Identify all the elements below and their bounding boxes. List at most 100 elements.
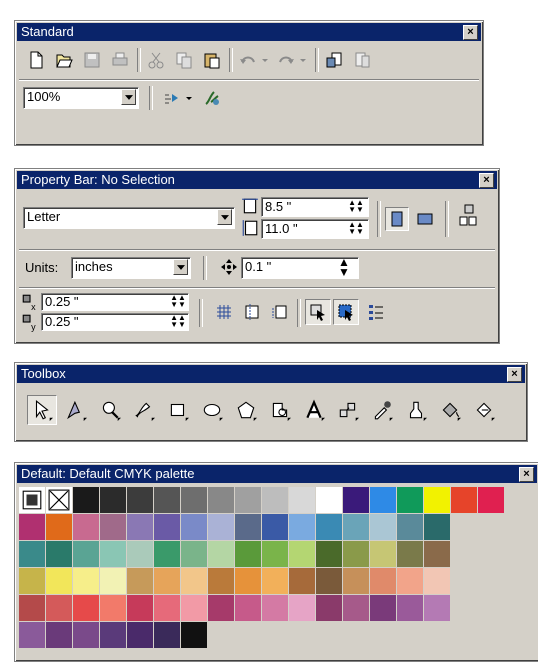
application-launcher-icon[interactable]	[161, 87, 183, 109]
freehand-tool-button[interactable]	[129, 395, 159, 425]
color-swatch[interactable]	[46, 541, 72, 567]
paper-width-spinner[interactable]: ▲▲ ▼▼	[345, 199, 367, 215]
duplicate-x-spinner[interactable]: ▲▲ ▼▼	[167, 294, 189, 310]
color-swatch[interactable]	[370, 487, 396, 513]
zoom-tool-button[interactable]	[95, 395, 125, 425]
color-swatch[interactable]	[154, 622, 180, 648]
undo-dropdown-arrow-icon[interactable]	[259, 49, 271, 71]
color-swatch[interactable]	[289, 595, 315, 621]
color-swatch[interactable]	[262, 514, 288, 540]
color-swatch[interactable]	[343, 541, 369, 567]
color-docker-icon[interactable]	[19, 487, 45, 513]
portrait-button[interactable]	[385, 207, 409, 231]
color-swatch[interactable]	[343, 568, 369, 594]
color-swatch[interactable]	[424, 487, 450, 513]
color-swatch[interactable]	[316, 568, 342, 594]
color-swatch[interactable]	[154, 514, 180, 540]
color-swatch[interactable]	[208, 595, 234, 621]
paste-icon[interactable]	[201, 49, 223, 71]
text-tool-button[interactable]	[299, 395, 329, 425]
color-swatch[interactable]	[370, 541, 396, 567]
color-swatch[interactable]	[316, 514, 342, 540]
color-swatch[interactable]	[19, 622, 45, 648]
color-swatch[interactable]	[289, 541, 315, 567]
color-swatch[interactable]	[46, 568, 72, 594]
treat-as-filled-button[interactable]	[305, 299, 331, 325]
paper-size-dropdown-button[interactable]	[217, 209, 232, 225]
zoom-dropdown-button[interactable]	[121, 89, 136, 105]
color-swatch[interactable]	[208, 541, 234, 567]
redo-icon[interactable]	[275, 49, 297, 71]
color-swatch[interactable]	[181, 595, 207, 621]
eyedropper-tool-button[interactable]	[367, 395, 397, 425]
redo-dropdown-arrow-icon[interactable]	[297, 49, 309, 71]
color-swatch[interactable]	[262, 541, 288, 567]
color-swatch[interactable]	[181, 622, 207, 648]
toolbox-close-button[interactable]: ×	[507, 367, 522, 382]
landscape-button[interactable]	[413, 207, 437, 231]
color-swatch[interactable]	[100, 622, 126, 648]
color-swatch[interactable]	[478, 487, 504, 513]
snap-to-grid-icon[interactable]	[213, 301, 235, 323]
color-swatch[interactable]	[289, 568, 315, 594]
standard-titlebar[interactable]: Standard ×	[17, 23, 481, 41]
color-swatch[interactable]	[181, 514, 207, 540]
color-swatch[interactable]	[235, 595, 261, 621]
options-icon[interactable]	[365, 301, 387, 323]
no-color-swatch-icon[interactable]	[46, 487, 72, 513]
color-swatch[interactable]	[397, 595, 423, 621]
color-swatch[interactable]	[343, 487, 369, 513]
color-swatch[interactable]	[370, 514, 396, 540]
color-swatch[interactable]	[46, 595, 72, 621]
color-swatch[interactable]	[424, 514, 450, 540]
color-swatch[interactable]	[235, 487, 261, 513]
property-bar-titlebar[interactable]: Property Bar: No Selection ×	[17, 171, 497, 189]
open-icon[interactable]	[53, 49, 75, 71]
color-swatch[interactable]	[127, 541, 153, 567]
color-swatch[interactable]	[289, 514, 315, 540]
color-swatch[interactable]	[262, 595, 288, 621]
basic-shapes-tool-button[interactable]	[265, 395, 295, 425]
color-swatch[interactable]	[289, 487, 315, 513]
page-layout-button[interactable]	[455, 201, 483, 233]
color-swatch[interactable]	[181, 541, 207, 567]
color-swatch[interactable]	[235, 514, 261, 540]
color-swatch[interactable]	[19, 568, 45, 594]
color-swatch[interactable]	[262, 568, 288, 594]
color-swatch[interactable]	[181, 487, 207, 513]
undo-icon[interactable]	[237, 49, 259, 71]
snap-to-guidelines-icon[interactable]	[241, 301, 263, 323]
polygon-tool-button[interactable]	[231, 395, 261, 425]
toolbox-titlebar[interactable]: Toolbox ×	[17, 365, 525, 383]
color-swatch[interactable]	[343, 595, 369, 621]
launcher-dropdown-arrow-icon[interactable]	[183, 87, 195, 109]
color-swatch[interactable]	[424, 541, 450, 567]
color-swatch[interactable]	[397, 487, 423, 513]
palette-close-button[interactable]: ×	[519, 467, 534, 482]
color-swatch[interactable]	[100, 568, 126, 594]
color-swatch[interactable]	[154, 541, 180, 567]
paper-height-spinner[interactable]: ▲▲ ▼▼	[345, 221, 367, 237]
snap-to-objects-icon[interactable]	[269, 301, 291, 323]
color-swatch[interactable]	[154, 487, 180, 513]
palette-titlebar[interactable]: Default: Default CMYK palette ×	[17, 465, 537, 483]
outline-tool-button[interactable]	[401, 395, 431, 425]
cut-icon[interactable]	[145, 49, 167, 71]
paper-size-combo[interactable]: Letter	[23, 207, 235, 229]
import-icon[interactable]	[323, 49, 345, 71]
color-swatch[interactable]	[100, 595, 126, 621]
corel-online-icon[interactable]	[201, 87, 223, 109]
color-swatch[interactable]	[154, 595, 180, 621]
color-swatch[interactable]	[127, 622, 153, 648]
copy-icon[interactable]	[173, 49, 195, 71]
color-swatch[interactable]	[208, 568, 234, 594]
color-swatch[interactable]	[46, 622, 72, 648]
color-swatch[interactable]	[397, 514, 423, 540]
interactive-blend-tool-button[interactable]	[333, 395, 363, 425]
color-swatch[interactable]	[46, 514, 72, 540]
property-bar-close-button[interactable]: ×	[479, 173, 494, 188]
color-swatch[interactable]	[73, 514, 99, 540]
color-swatch[interactable]	[235, 568, 261, 594]
color-swatch[interactable]	[100, 514, 126, 540]
color-swatch[interactable]	[397, 541, 423, 567]
